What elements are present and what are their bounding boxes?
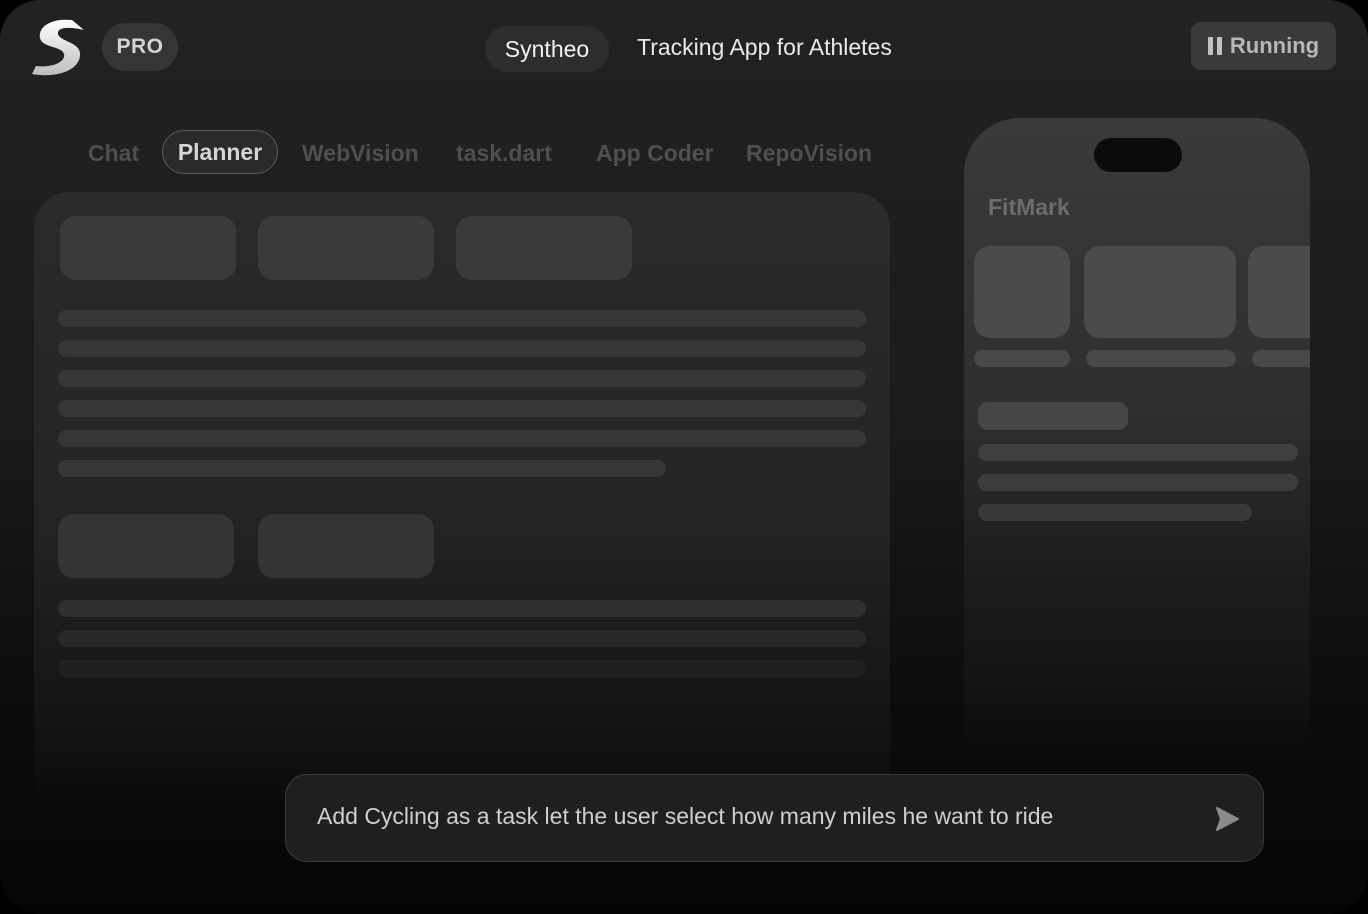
tab-repovision[interactable]: RepoVision — [746, 132, 872, 174]
placeholder-line — [1252, 350, 1310, 367]
tab-chat[interactable]: Chat — [88, 132, 139, 174]
placeholder-line — [978, 504, 1252, 521]
tab-planner[interactable]: Planner — [162, 130, 278, 174]
placeholder-line — [58, 310, 866, 327]
placeholder-line — [978, 444, 1298, 461]
placeholder-line — [58, 660, 866, 677]
placeholder-line — [58, 460, 666, 477]
tab-app-coder[interactable]: App Coder — [596, 132, 714, 174]
syntheo-logo-icon[interactable] — [32, 18, 88, 76]
tab-webvision[interactable]: WebVision — [302, 132, 419, 174]
placeholder-chip — [258, 514, 434, 578]
placeholder-line — [58, 600, 866, 617]
prompt-input[interactable]: Add Cycling as a task let the user selec… — [285, 774, 1264, 862]
placeholder-card — [1248, 246, 1310, 338]
placeholder-line — [974, 350, 1070, 367]
placeholder-chip — [456, 216, 632, 280]
placeholder-chip — [258, 216, 434, 280]
preview-app-title: FitMark — [988, 194, 1070, 220]
running-label: Running — [1229, 33, 1320, 58]
app-window: PRO Syntheo Tracking App for Athletes Ru… — [0, 0, 1368, 914]
phone-notch — [1094, 138, 1182, 172]
planner-panel — [34, 192, 890, 812]
phone-preview: FitMark — [964, 118, 1310, 758]
tab-task-dart[interactable]: task.dart — [456, 132, 552, 174]
placeholder-line — [58, 430, 866, 447]
prompt-text[interactable]: Add Cycling as a task let the user selec… — [317, 803, 1053, 830]
placeholder-card — [974, 246, 1070, 338]
placeholder-chip — [58, 514, 234, 578]
running-status-button[interactable]: Running — [1191, 22, 1336, 70]
project-description: Tracking App for Athletes — [637, 34, 892, 60]
placeholder-chip — [60, 216, 236, 280]
placeholder-line — [58, 370, 866, 387]
project-name-pill[interactable]: Syntheo — [485, 26, 609, 72]
placeholder-line — [58, 400, 866, 417]
placeholder-line — [1086, 350, 1236, 367]
pro-badge: PRO — [102, 23, 178, 71]
placeholder-line — [58, 340, 866, 357]
placeholder-card — [1084, 246, 1236, 338]
send-arrow-icon[interactable] — [1214, 806, 1240, 832]
placeholder-line — [58, 630, 866, 647]
placeholder-line — [978, 474, 1298, 491]
placeholder-heading — [978, 402, 1128, 430]
pause-icon — [1207, 37, 1222, 55]
